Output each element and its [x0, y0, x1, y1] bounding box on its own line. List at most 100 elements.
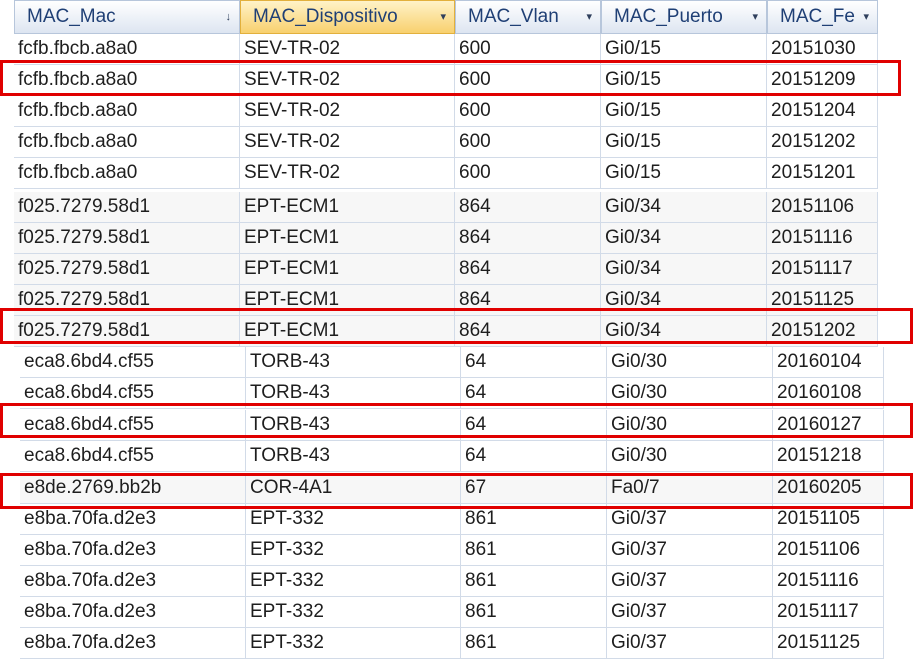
mac-cell[interactable]: eca8.6bd4.cf55 [20, 378, 246, 409]
mac-cell[interactable]: e8ba.70fa.d2e3 [20, 566, 246, 597]
puerto-cell[interactable]: Gi0/15 [601, 127, 767, 158]
fecha-cell[interactable]: 20151209 [767, 65, 878, 96]
mac-cell[interactable]: f025.7279.58d1 [14, 192, 240, 223]
puerto-cell[interactable]: Gi0/37 [607, 535, 773, 566]
puerto-cell[interactable]: Gi0/30 [607, 347, 773, 378]
vlan-cell[interactable]: 864 [455, 316, 601, 347]
fecha-cell[interactable]: 20151202 [767, 316, 878, 347]
fecha-cell[interactable]: 20160205 [773, 473, 884, 504]
mac-cell[interactable]: e8ba.70fa.d2e3 [20, 628, 246, 659]
dispositivo-cell[interactable]: EPT-332 [246, 566, 461, 597]
sort-ascending-icon[interactable]: ↓ [226, 1, 232, 33]
fecha-cell[interactable]: 20151218 [773, 441, 884, 472]
fecha-cell[interactable]: 20151117 [767, 254, 878, 285]
puerto-cell[interactable]: Gi0/37 [607, 566, 773, 597]
vlan-cell[interactable]: 861 [461, 504, 607, 535]
dispositivo-cell[interactable]: TORB-43 [246, 347, 461, 378]
puerto-cell[interactable]: Gi0/34 [601, 192, 767, 223]
mac-cell[interactable]: fcfb.fbcb.a8a0 [14, 65, 240, 96]
mac-cell[interactable]: f025.7279.58d1 [14, 285, 240, 316]
puerto-cell[interactable]: Gi0/34 [601, 285, 767, 316]
dispositivo-cell[interactable]: SEV-TR-02 [240, 65, 455, 96]
fecha-cell[interactable]: 20151116 [773, 566, 884, 597]
column-header-vlan[interactable]: MAC_Vlan ▾ [455, 0, 601, 34]
puerto-cell[interactable]: Gi0/34 [601, 316, 767, 347]
mac-cell[interactable]: e8de.2769.bb2b [20, 473, 246, 504]
dispositivo-cell[interactable]: SEV-TR-02 [240, 158, 455, 189]
vlan-cell[interactable]: 64 [461, 441, 607, 472]
mac-cell[interactable]: e8ba.70fa.d2e3 [20, 504, 246, 535]
dispositivo-cell[interactable]: SEV-TR-02 [240, 127, 455, 158]
puerto-cell[interactable]: Gi0/15 [601, 158, 767, 189]
dispositivo-cell[interactable]: EPT-332 [246, 504, 461, 535]
vlan-cell[interactable]: 67 [461, 473, 607, 504]
mac-cell[interactable]: fcfb.fbcb.a8a0 [14, 127, 240, 158]
puerto-cell[interactable]: Gi0/34 [601, 223, 767, 254]
vlan-cell[interactable]: 861 [461, 535, 607, 566]
fecha-cell[interactable]: 20160104 [773, 347, 884, 378]
vlan-cell[interactable]: 864 [455, 254, 601, 285]
puerto-cell[interactable]: Gi0/34 [601, 254, 767, 285]
dispositivo-cell[interactable]: EPT-332 [246, 628, 461, 659]
fecha-cell[interactable]: 20160127 [773, 410, 884, 441]
dispositivo-cell[interactable]: EPT-332 [246, 535, 461, 566]
vlan-cell[interactable]: 864 [455, 285, 601, 316]
fecha-cell[interactable]: 20151117 [773, 597, 884, 628]
mac-cell[interactable]: f025.7279.58d1 [14, 254, 240, 285]
column-header-dispositivo[interactable]: MAC_Dispositivo ▾ [240, 0, 455, 34]
column-header-mac[interactable]: MAC_Mac ↓ [14, 0, 240, 34]
mac-cell[interactable]: e8ba.70fa.d2e3 [20, 535, 246, 566]
fecha-cell[interactable]: 20151201 [767, 158, 878, 189]
dispositivo-cell[interactable]: EPT-ECM1 [240, 254, 455, 285]
puerto-cell[interactable]: Gi0/30 [607, 378, 773, 409]
mac-cell[interactable]: fcfb.fbcb.a8a0 [14, 34, 240, 65]
dispositivo-cell[interactable]: TORB-43 [246, 378, 461, 409]
dropdown-arrow-icon[interactable]: ▾ [586, 1, 592, 33]
dispositivo-cell[interactable]: EPT-ECM1 [240, 223, 455, 254]
puerto-cell[interactable]: Gi0/37 [607, 628, 773, 659]
fecha-cell[interactable]: 20151106 [773, 535, 884, 566]
vlan-cell[interactable]: 600 [455, 96, 601, 127]
dispositivo-cell[interactable]: SEV-TR-02 [240, 34, 455, 65]
vlan-cell[interactable]: 600 [455, 127, 601, 158]
dropdown-arrow-icon[interactable]: ▾ [440, 1, 446, 33]
mac-cell[interactable]: eca8.6bd4.cf55 [20, 347, 246, 378]
dispositivo-cell[interactable]: TORB-43 [246, 441, 461, 472]
vlan-cell[interactable]: 600 [455, 65, 601, 96]
fecha-cell[interactable]: 20151125 [773, 628, 884, 659]
mac-cell[interactable]: fcfb.fbcb.a8a0 [14, 158, 240, 189]
dispositivo-cell[interactable]: EPT-332 [246, 597, 461, 628]
puerto-cell[interactable]: Gi0/37 [607, 504, 773, 535]
vlan-cell[interactable]: 864 [455, 192, 601, 223]
dispositivo-cell[interactable]: EPT-ECM1 [240, 285, 455, 316]
puerto-cell[interactable]: Gi0/30 [607, 410, 773, 441]
dropdown-arrow-icon[interactable]: ▾ [752, 1, 758, 33]
puerto-cell[interactable]: Fa0/7 [607, 473, 773, 504]
dispositivo-cell[interactable]: EPT-ECM1 [240, 316, 455, 347]
vlan-cell[interactable]: 864 [455, 223, 601, 254]
vlan-cell[interactable]: 861 [461, 566, 607, 597]
puerto-cell[interactable]: Gi0/15 [601, 34, 767, 65]
mac-cell[interactable]: f025.7279.58d1 [14, 316, 240, 347]
mac-cell[interactable]: f025.7279.58d1 [14, 223, 240, 254]
puerto-cell[interactable]: Gi0/15 [601, 96, 767, 127]
vlan-cell[interactable]: 64 [461, 410, 607, 441]
mac-cell[interactable]: e8ba.70fa.d2e3 [20, 597, 246, 628]
fecha-cell[interactable]: 20151204 [767, 96, 878, 127]
dispositivo-cell[interactable]: COR-4A1 [246, 473, 461, 504]
fecha-cell[interactable]: 20151105 [773, 504, 884, 535]
dispositivo-cell[interactable]: SEV-TR-02 [240, 96, 455, 127]
vlan-cell[interactable]: 64 [461, 347, 607, 378]
mac-cell[interactable]: eca8.6bd4.cf55 [20, 441, 246, 472]
fecha-cell[interactable]: 20151106 [767, 192, 878, 223]
mac-cell[interactable]: fcfb.fbcb.a8a0 [14, 96, 240, 127]
vlan-cell[interactable]: 861 [461, 628, 607, 659]
puerto-cell[interactable]: Gi0/30 [607, 441, 773, 472]
fecha-cell[interactable]: 20160108 [773, 378, 884, 409]
dispositivo-cell[interactable]: TORB-43 [246, 410, 461, 441]
puerto-cell[interactable]: Gi0/15 [601, 65, 767, 96]
dispositivo-cell[interactable]: EPT-ECM1 [240, 192, 455, 223]
column-header-puerto[interactable]: MAC_Puerto ▾ [601, 0, 767, 34]
vlan-cell[interactable]: 600 [455, 158, 601, 189]
fecha-cell[interactable]: 20151030 [767, 34, 878, 65]
